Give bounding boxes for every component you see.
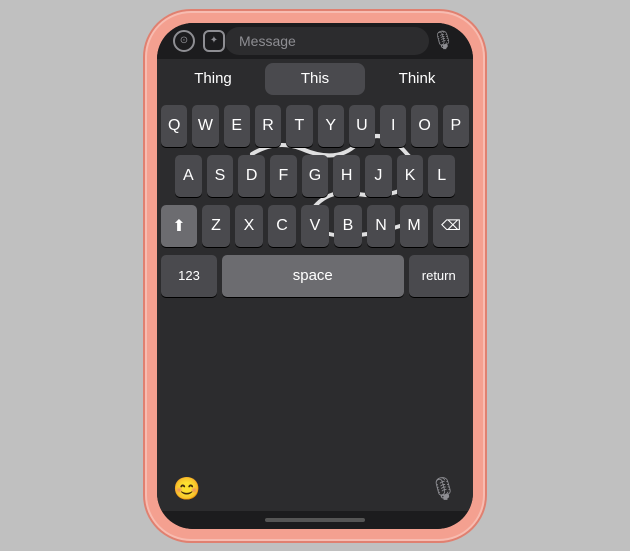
key-r[interactable]: R <box>255 105 281 147</box>
key-o[interactable]: O <box>411 105 437 147</box>
predictive-bar: Thing This Think <box>157 59 473 99</box>
shift-icon: ⬆ <box>172 216 185 236</box>
home-indicator-bar <box>157 511 473 529</box>
numbers-key[interactable]: 123 <box>161 255 217 297</box>
home-indicator-line <box>265 518 365 522</box>
phone-frame: ⊙ ✦ Message 🎙 Thing This Think <box>145 11 485 541</box>
key-m[interactable]: M <box>400 205 428 247</box>
key-p[interactable]: P <box>443 105 469 147</box>
phone-screen: ⊙ ✦ Message 🎙 Thing This Think <box>157 23 473 529</box>
message-input-bar[interactable]: Message <box>225 27 429 55</box>
predictive-thing[interactable]: Thing <box>163 63 263 95</box>
key-w[interactable]: W <box>192 105 218 147</box>
key-n[interactable]: N <box>367 205 395 247</box>
status-mic-icon[interactable]: 🎙 <box>429 30 457 51</box>
emoji-button[interactable]: 😊 <box>173 476 200 502</box>
key-i[interactable]: I <box>380 105 406 147</box>
key-e[interactable]: E <box>224 105 250 147</box>
key-v[interactable]: V <box>301 205 329 247</box>
space-key[interactable]: space <box>222 255 404 297</box>
keyboard-row-1: Q W E R T Y U I O P <box>161 105 469 147</box>
bottom-mic-button[interactable]: 🎙 <box>429 476 457 502</box>
keyboard-row-2: A S D F G H J K L <box>161 155 469 197</box>
key-c[interactable]: C <box>268 205 296 247</box>
keyboard-row-3: ⬆ Z X C V B N M ⌫ <box>161 205 469 247</box>
key-t[interactable]: T <box>286 105 312 147</box>
delete-key[interactable]: ⌫ <box>433 205 469 247</box>
key-h[interactable]: H <box>333 155 360 197</box>
predictive-think[interactable]: Think <box>367 63 467 95</box>
key-k[interactable]: K <box>397 155 424 197</box>
shift-key[interactable]: ⬆ <box>161 205 197 247</box>
delete-icon: ⌫ <box>441 217 461 234</box>
bottom-bar: 😊 🎙 <box>157 467 473 511</box>
keyboard-row-4: 123 space return <box>161 255 469 297</box>
key-z[interactable]: Z <box>202 205 230 247</box>
key-s[interactable]: S <box>207 155 234 197</box>
key-q[interactable]: Q <box>161 105 187 147</box>
key-y[interactable]: Y <box>318 105 344 147</box>
key-x[interactable]: X <box>235 205 263 247</box>
key-g[interactable]: G <box>302 155 329 197</box>
return-key[interactable]: return <box>409 255 470 297</box>
key-d[interactable]: D <box>238 155 265 197</box>
predictive-this[interactable]: This <box>265 63 365 95</box>
message-placeholder: Message <box>239 33 296 49</box>
apps-icon[interactable]: ✦ <box>203 30 225 52</box>
keyboard: Q W E R T Y U I O P A S D F G H J K <box>157 99 473 467</box>
key-a[interactable]: A <box>175 155 202 197</box>
app-icons: ⊙ ✦ <box>173 30 225 52</box>
status-bar: ⊙ ✦ Message 🎙 <box>157 23 473 59</box>
key-u[interactable]: U <box>349 105 375 147</box>
camera-icon[interactable]: ⊙ <box>173 30 195 52</box>
key-j[interactable]: J <box>365 155 392 197</box>
key-f[interactable]: F <box>270 155 297 197</box>
key-l[interactable]: L <box>428 155 455 197</box>
key-b[interactable]: B <box>334 205 362 247</box>
